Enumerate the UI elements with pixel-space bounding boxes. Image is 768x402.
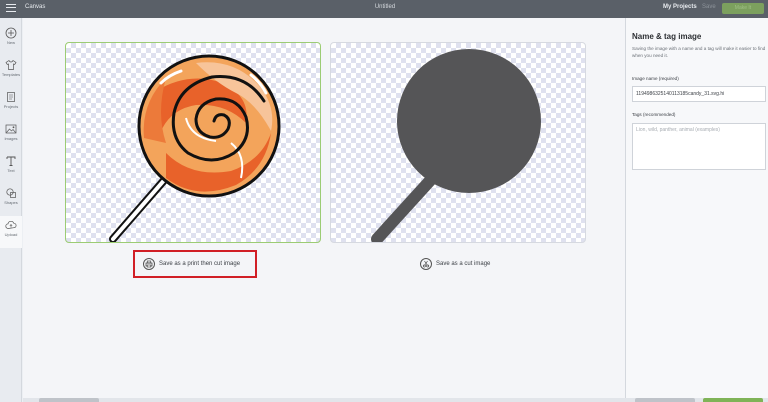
cancel-button[interactable]	[635, 398, 695, 402]
document-title[interactable]: Untitled	[370, 4, 400, 10]
image-name-label: Image name (required)	[632, 76, 679, 81]
scissors-icon	[420, 258, 432, 270]
my-projects-link[interactable]: My Projects	[663, 4, 697, 10]
sidebar-item-projects[interactable]: Projects	[0, 88, 22, 120]
back-button[interactable]	[39, 398, 99, 402]
save-button[interactable]: Save	[702, 4, 716, 10]
shirt-icon	[5, 59, 17, 70]
print-option-label: Save as a print then cut image	[159, 261, 241, 267]
tags-label: Tags (recommended)	[632, 112, 676, 117]
sidebar-item-label: Shapes	[4, 200, 18, 205]
print-cut-preview[interactable]	[65, 42, 321, 243]
sidebar-item-label: Upload	[4, 232, 18, 237]
text-icon	[6, 156, 16, 166]
sidebar-item-shapes[interactable]: Shapes	[0, 184, 22, 216]
sidebar-item-label: Templates	[1, 72, 21, 77]
projects-icon	[7, 92, 15, 102]
top-bar: Canvas Untitled My Projects Save Make It	[0, 0, 768, 18]
lollipop-image	[109, 54, 281, 242]
hamburger-menu-icon[interactable]	[6, 4, 16, 14]
panel-title: Name & tag image	[632, 32, 702, 41]
main-content: Save as a print then cut image Save as a…	[23, 18, 625, 398]
image-icon	[5, 124, 17, 134]
sidebar-item-text[interactable]: Text	[0, 152, 22, 184]
sidebar-item-templates[interactable]: Templates	[0, 56, 22, 88]
save-image-button[interactable]	[703, 398, 763, 402]
app-name: Canvas	[25, 4, 46, 10]
sidebar-item-upload[interactable]: Upload	[0, 216, 22, 248]
sidebar-item-new[interactable]: New	[0, 24, 22, 56]
cut-option-label: Save as a cut image	[436, 261, 491, 267]
lollipop-silhouette-image	[371, 49, 541, 242]
shapes-icon	[6, 188, 16, 198]
panel-description: Saving the image with a name and a tag w…	[632, 46, 766, 58]
image-name-input[interactable]: 1194986325140113185candy_31.svg.hi	[632, 86, 766, 102]
cut-only-preview[interactable]	[330, 42, 586, 243]
printer-icon	[143, 258, 155, 270]
sidebar-item-label: Projects	[3, 104, 19, 109]
plus-circle-icon	[5, 27, 17, 39]
sidebar-item-label: Images	[4, 136, 18, 141]
name-tag-panel: Name & tag image Saving the image with a…	[625, 18, 768, 402]
left-sidebar: New Templates Projects Images Text Shape…	[0, 18, 22, 402]
save-print-then-cut-option[interactable]: Save as a print then cut image	[133, 250, 257, 278]
sidebar-item-label: New	[6, 40, 15, 45]
bottom-bar	[23, 398, 768, 402]
make-it-button[interactable]: Make It	[722, 3, 764, 14]
save-cut-option[interactable]: Save as a cut image	[420, 256, 490, 272]
tags-input[interactable]: Lion, wild, panther, animal (examples)	[632, 123, 766, 170]
cloud-upload-icon	[5, 220, 17, 229]
sidebar-item-label: Text	[7, 168, 15, 173]
sidebar-item-images[interactable]: Images	[0, 120, 22, 152]
